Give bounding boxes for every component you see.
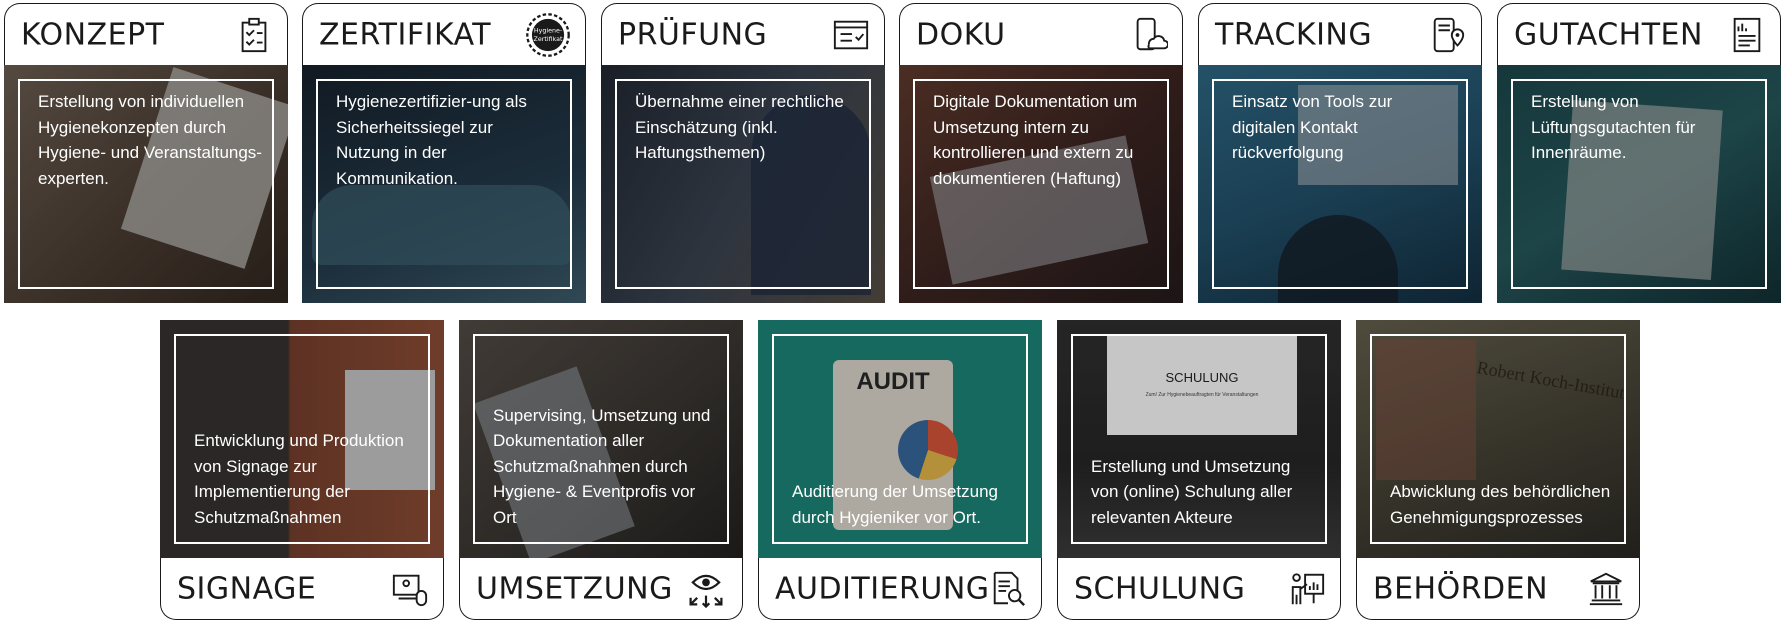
card-footer: AUDITIERUNG [758,558,1042,620]
card-photo: Erstellung von Lüftungsgutachten für Inn… [1497,65,1781,303]
card-photo: Hygienezertifizier-ung als Sicherheitssi… [302,65,586,303]
card-description: Übernahme einer rechtliche Einschätzung … [635,92,844,162]
card-pruefung[interactable]: PRÜFUNG Übernahme einer rechtliche Einsc… [601,3,887,303]
presenter-board-icon [1291,572,1325,604]
card-title: SCHULUNG [1074,571,1246,606]
card-title: PRÜFUNG [618,17,768,52]
card-title: TRACKING [1215,17,1373,52]
card-footer: SCHULUNG [1057,558,1341,620]
card-description: Abwicklung des behördlichen Genehmigungs… [1390,482,1611,527]
screen-mouse-icon [392,574,428,606]
card-photo: Übernahme einer rechtliche Einschätzung … [601,65,885,303]
card-photo: Supervising, Umsetzung und Dokumentation… [459,320,743,558]
card-title: AUDITIERUNG [775,571,990,606]
card-header: PRÜFUNG [601,3,885,65]
card-description: Einsatz von Tools zur digitalen Kontakt … [1232,92,1393,162]
card-photo: Entwicklung und Produktion von Signage z… [160,320,444,558]
card-header: KONZEPT [4,3,288,65]
checklist-window-icon [833,20,869,49]
card-footer: SIGNAGE [160,558,444,620]
card-description: Entwicklung und Produktion von Signage z… [194,431,404,527]
card-umsetzung[interactable]: Supervising, Umsetzung und Dokumentation… [459,320,745,620]
card-photo: AUDIT Auditierung der Umsetzung durch Hy… [758,320,1042,558]
card-title: ZERTIFIKAT [319,17,492,52]
card-schulung[interactable]: SCHULUNG Zum/ Zur Hygienebeauftragten fü… [1057,320,1343,620]
card-description: Erstellung von Lüftungsgutachten für Inn… [1531,92,1696,162]
card-title: GUTACHTEN [1514,17,1703,52]
card-signage[interactable]: Entwicklung und Produktion von Signage z… [160,320,446,620]
phone-cloud-icon [1136,17,1168,50]
report-document-icon [1733,17,1761,52]
card-gutachten[interactable]: GUTACHTEN Erstellung von Lüftungsgutacht… [1497,3,1783,303]
card-header: TRACKING [1198,3,1482,65]
card-header: ZERTIFIKAT Hygiene- Zertifikat [302,3,586,65]
certificate-seal-icon: Hygiene- Zertifikat [526,12,570,57]
eye-arrows-icon [689,574,723,608]
card-behoerden[interactable]: Robert Koch-Institut Abwicklung des behö… [1356,320,1642,620]
card-title: UMSETZUNG [476,571,673,606]
card-header: DOKU [899,3,1183,65]
card-photo: Erstellung von individuellen Hygienekonz… [4,65,288,303]
card-title: DOKU [916,17,1006,52]
seal-text-1: Hygiene- [534,27,562,34]
card-footer: UMSETZUNG [459,558,743,620]
phone-location-icon [1433,17,1465,52]
clipboard-checklist-icon [241,17,267,52]
seal-text-2: Zertifikat [534,35,563,42]
card-title: BEHÖRDEN [1373,571,1549,606]
card-photo: Robert Koch-Institut Abwicklung des behö… [1356,320,1640,558]
card-footer: BEHÖRDEN [1356,558,1640,620]
card-photo: Einsatz von Tools zur digitalen Kontakt … [1198,65,1482,303]
card-title: SIGNAGE [177,571,317,606]
government-building-icon [1589,572,1623,605]
card-header: GUTACHTEN [1497,3,1781,65]
card-description: Hygienezertifizier-ung als Sicherheitssi… [336,92,527,188]
card-title: KONZEPT [21,17,165,52]
card-konzept[interactable]: KONZEPT Erstellung von individuellen Hyg… [4,3,290,303]
document-magnifier-icon [993,571,1025,606]
card-auditierung[interactable]: AUDIT Auditierung der Umsetzung durch Hy… [758,320,1044,620]
card-photo: Digitale Dokumentation um Umsetzung inte… [899,65,1183,303]
card-description: Erstellung und Umsetzung von (online) Sc… [1091,456,1293,527]
card-description: Digitale Dokumentation um Umsetzung inte… [933,92,1138,188]
card-description: Auditierung der Umsetzung durch Hygienik… [792,482,999,527]
card-description: Erstellung von individuellen Hygienekonz… [38,92,262,188]
card-zertifikat[interactable]: ZERTIFIKAT Hygiene- Zertifikat Hygieneze… [302,3,588,303]
card-tracking[interactable]: TRACKING Einsatz von Tools zur digitalen… [1198,3,1484,303]
card-photo: SCHULUNG Zum/ Zur Hygienebeauftragten fü… [1057,320,1341,558]
card-doku[interactable]: DOKU Digitale Dokumentation um Umsetzung… [899,3,1185,303]
card-description: Supervising, Umsetzung und Dokumentation… [493,405,711,527]
